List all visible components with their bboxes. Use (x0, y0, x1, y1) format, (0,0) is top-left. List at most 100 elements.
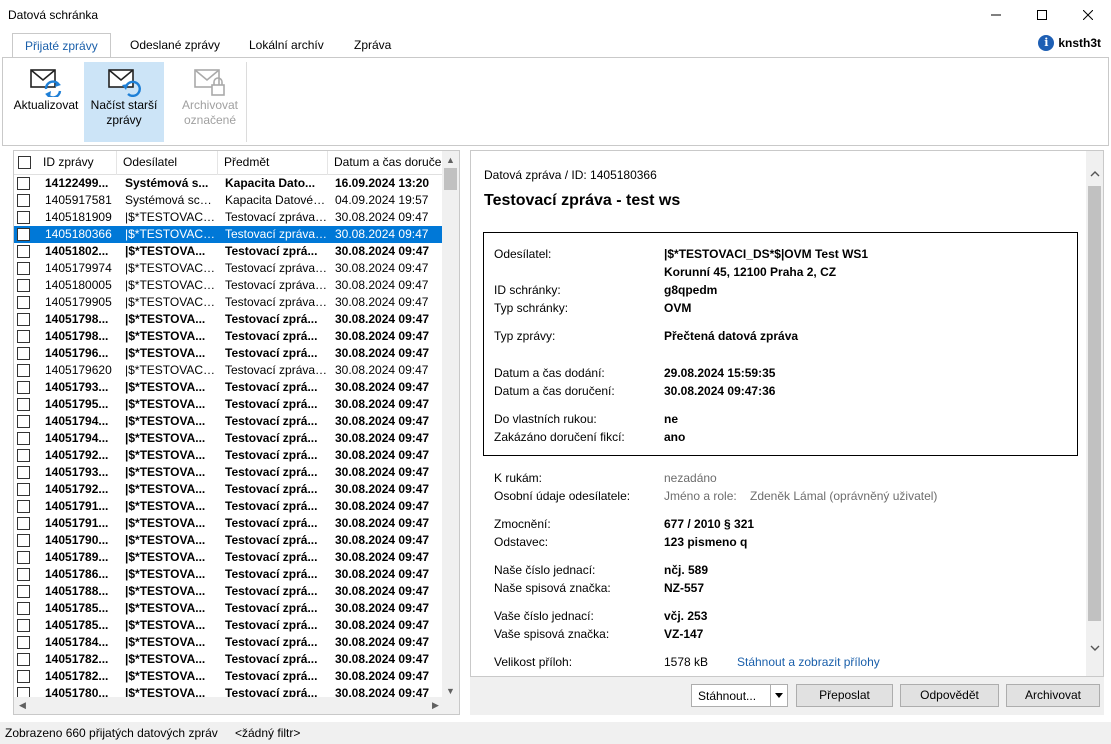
dropdown-arrow-icon[interactable] (771, 685, 787, 706)
row-checkbox[interactable] (17, 602, 30, 615)
row-checkbox[interactable] (17, 296, 30, 309)
download-split-button[interactable]: Stáhnout... (691, 684, 788, 707)
attachments-link[interactable]: Stáhnout a zobrazit přílohy (737, 655, 880, 669)
table-row[interactable]: 1405179905 |$*TESTOVACI_... Testovací zprá… (14, 294, 444, 311)
row-checkbox[interactable] (17, 534, 30, 547)
tab-received[interactable]: Přijaté zprávy (12, 33, 111, 58)
close-button[interactable] (1065, 0, 1111, 30)
maximize-button[interactable] (1019, 0, 1065, 30)
row-checkbox[interactable] (17, 347, 30, 360)
row-checkbox[interactable] (17, 313, 30, 326)
tab-local-archive[interactable]: Lokální archív (237, 33, 336, 57)
cell-subject: Testovací zprá... (225, 567, 318, 581)
cell-date: 30.08.2024 09:47 (335, 261, 429, 275)
row-checkbox[interactable] (17, 381, 30, 394)
table-row[interactable]: 14051792... |$*TESTOVA... Testovací zprá..… (14, 481, 444, 498)
table-row[interactable]: 14051802... |$*TESTOVA... Testovací zprá..… (14, 243, 444, 260)
row-checkbox[interactable] (17, 415, 30, 428)
row-checkbox[interactable] (17, 551, 30, 564)
table-row[interactable]: 1405917581 Systémová schr... Kapacita Dato… (14, 192, 444, 209)
load-older-button[interactable]: Načíst starší zprávy (84, 62, 164, 142)
reply-button[interactable]: Odpovědět (900, 684, 999, 707)
table-row[interactable]: 14051791... |$*TESTOVA... Testovací zprá..… (14, 498, 444, 515)
row-checkbox[interactable] (17, 568, 30, 581)
row-checkbox[interactable] (17, 653, 30, 666)
detail-vertical-scrollbar[interactable] (1086, 151, 1103, 676)
row-checkbox[interactable] (17, 636, 30, 649)
user-info[interactable]: i knsth3t (1038, 35, 1101, 51)
row-checkbox[interactable] (17, 330, 30, 343)
table-row[interactable]: 14051786... |$*TESTOVA... Testovací zprá..… (14, 566, 444, 583)
msg-type-value: Přečtená datová zpráva (664, 329, 799, 343)
download-button[interactable]: Stáhnout... (698, 689, 756, 703)
column-header-id[interactable]: ID zprávy (37, 151, 117, 175)
msg-type-label: Typ zprávy: (494, 329, 556, 343)
detail-scroll-down-icon[interactable] (1086, 639, 1103, 656)
row-checkbox[interactable] (17, 262, 30, 275)
row-checkbox[interactable] (17, 670, 30, 683)
cell-date: 30.08.2024 09:47 (335, 329, 430, 343)
row-checkbox[interactable] (17, 228, 30, 241)
row-checkbox[interactable] (17, 517, 30, 530)
table-row[interactable]: 14051789... |$*TESTOVA... Testovací zprá..… (14, 549, 444, 566)
row-checkbox[interactable] (17, 398, 30, 411)
table-row[interactable]: 14051798... |$*TESTOVA... Testovací zprá..… (14, 311, 444, 328)
table-row[interactable]: 14051793... |$*TESTOVA... Testovací zprá..… (14, 464, 444, 481)
table-row[interactable]: 1405181909 |$*TESTOVACI_... Testovací zprá… (14, 209, 444, 226)
table-row[interactable]: 14051798... |$*TESTOVA... Testovací zprá..… (14, 328, 444, 345)
row-checkbox[interactable] (17, 211, 30, 224)
minimize-button[interactable] (973, 0, 1019, 30)
row-checkbox[interactable] (17, 483, 30, 496)
refresh-button[interactable]: Aktualizovat (11, 62, 81, 142)
list-horizontal-scrollbar[interactable]: ◀ ▶ (14, 697, 459, 714)
table-row[interactable]: 14051782... |$*TESTOVA... Testovací zprá..… (14, 668, 444, 685)
column-header-date[interactable]: Datum a čas doručení (328, 151, 444, 175)
table-row[interactable]: 14051788... |$*TESTOVA... Testovací zprá..… (14, 583, 444, 600)
row-checkbox[interactable] (17, 364, 30, 377)
row-checkbox[interactable] (17, 585, 30, 598)
table-row[interactable]: 14122499... Systémová s... Kapacita Dato..… (14, 175, 444, 192)
table-row[interactable]: 14051796... |$*TESTOVA... Testovací zprá..… (14, 345, 444, 362)
scroll-left-icon[interactable]: ◀ (14, 697, 31, 714)
row-checkbox[interactable] (17, 245, 30, 258)
table-row[interactable]: 14051795... |$*TESTOVA... Testovací zprá..… (14, 396, 444, 413)
table-row[interactable]: 14051791... |$*TESTOVA... Testovací zprá..… (14, 515, 444, 532)
table-row[interactable]: 1405180005 |$*TESTOVACI_... Testovací zprá… (14, 277, 444, 294)
row-checkbox[interactable] (17, 500, 30, 513)
table-row[interactable]: 1405180366 |$*TESTOVACI_... Testovací zprá… (14, 226, 444, 243)
archive-marked-button[interactable]: Archivovat označené (175, 62, 245, 142)
table-row[interactable]: 14051790... |$*TESTOVA... Testovací zprá..… (14, 532, 444, 549)
row-checkbox[interactable] (17, 449, 30, 462)
row-checkbox[interactable] (17, 177, 30, 190)
row-checkbox[interactable] (17, 432, 30, 445)
table-row[interactable]: 14051794... |$*TESTOVA... Testovací zprá..… (14, 430, 444, 447)
table-row[interactable]: 14051782... |$*TESTOVA... Testovací zprá..… (14, 651, 444, 668)
table-row[interactable]: 14051785... |$*TESTOVA... Testovací zprá..… (14, 600, 444, 617)
row-checkbox[interactable] (17, 194, 30, 207)
detail-scroll-thumb[interactable] (1088, 186, 1101, 621)
table-row[interactable]: 14051793... |$*TESTOVA... Testovací zprá..… (14, 379, 444, 396)
table-row[interactable]: 1405179620 |$*TESTOVACI_... Testovací zprá… (14, 362, 444, 379)
column-header-subject[interactable]: Předmět (218, 151, 328, 175)
list-vertical-scrollbar[interactable]: ▲ ▼ (442, 151, 459, 699)
cell-date: 30.08.2024 09:47 (335, 499, 430, 513)
table-row[interactable]: 14051794... |$*TESTOVA... Testovací zprá..… (14, 413, 444, 430)
scroll-up-icon[interactable]: ▲ (442, 151, 459, 168)
forward-button[interactable]: Přeposlat (796, 684, 893, 707)
scroll-right-icon[interactable]: ▶ (427, 697, 444, 714)
tab-message[interactable]: Zpráva (342, 33, 403, 57)
row-checkbox[interactable] (17, 279, 30, 292)
detail-scroll-up-icon[interactable] (1086, 165, 1103, 182)
table-row[interactable]: 1405179974 |$*TESTOVACI_... Testovací zprá… (14, 260, 444, 277)
table-row[interactable]: 14051784... |$*TESTOVA... Testovací zprá..… (14, 634, 444, 651)
table-row[interactable]: 14051785... |$*TESTOVA... Testovací zprá..… (14, 617, 444, 634)
table-row[interactable]: 14051792... |$*TESTOVA... Testovací zprá..… (14, 447, 444, 464)
scroll-thumb[interactable] (444, 168, 457, 190)
archive-button[interactable]: Archivovat (1006, 684, 1100, 707)
column-header-sender[interactable]: Odesílatel (117, 151, 218, 175)
to-hands-label: K rukám: (494, 471, 543, 485)
tab-sent[interactable]: Odeslané zprávy (118, 33, 232, 57)
row-checkbox[interactable] (17, 619, 30, 632)
row-checkbox[interactable] (17, 466, 30, 479)
select-all-checkbox[interactable] (18, 156, 31, 169)
